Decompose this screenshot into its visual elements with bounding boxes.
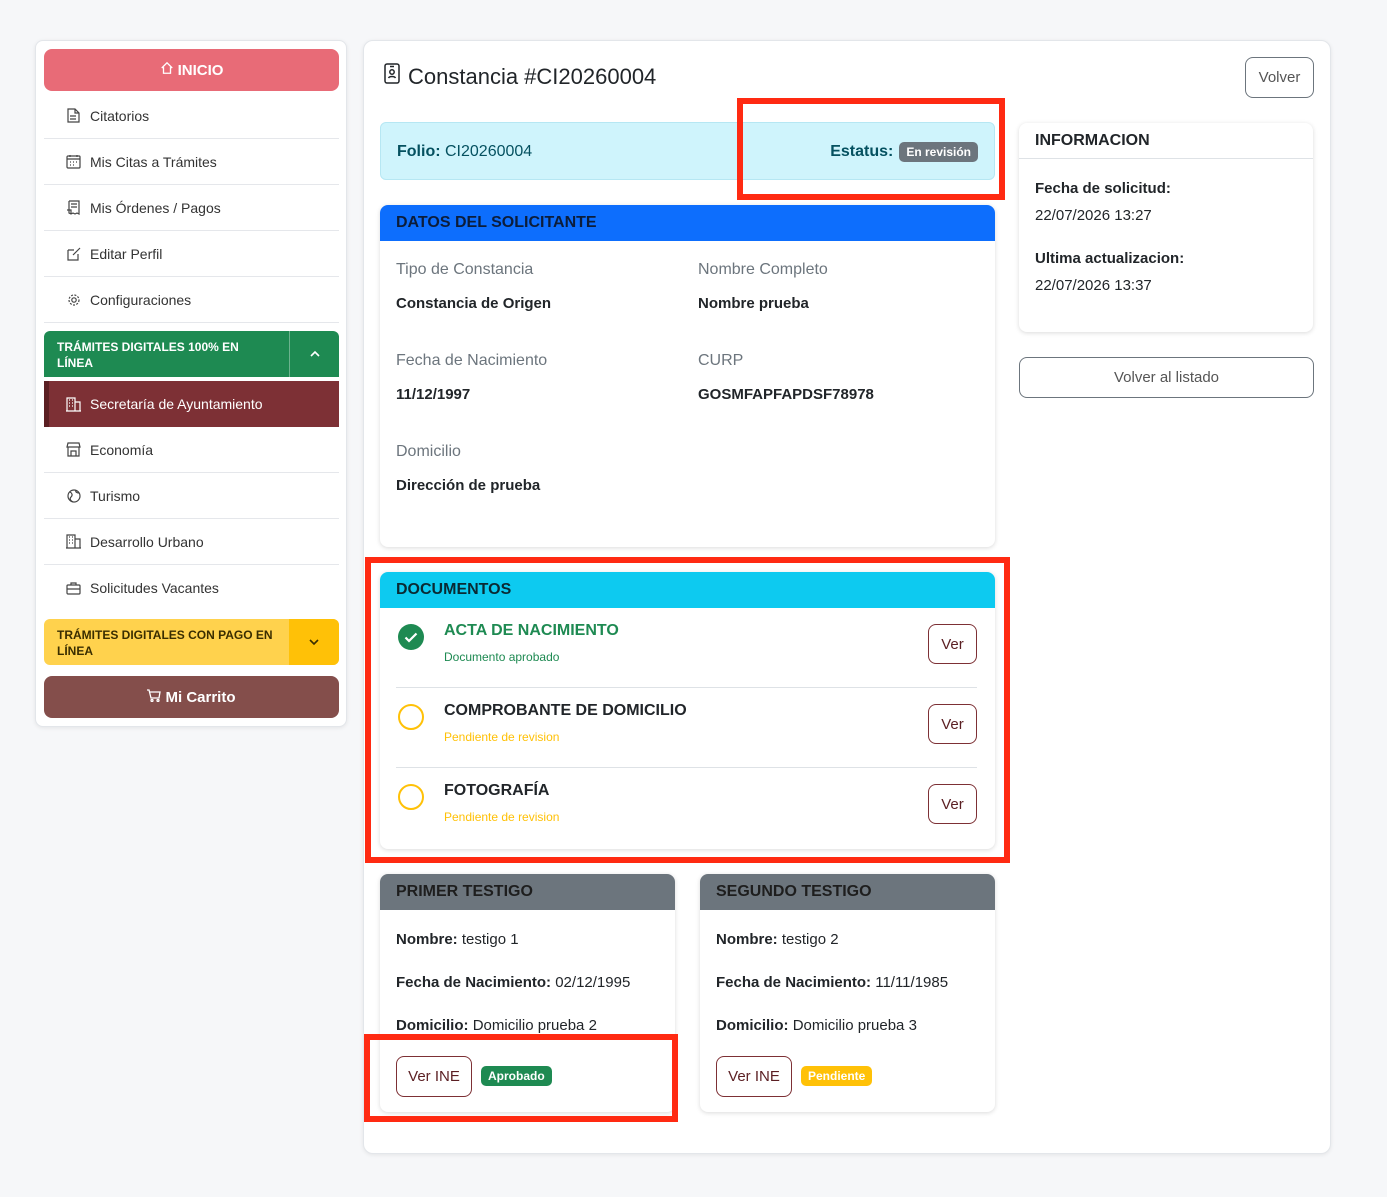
testigo-domicilio: Domicilio: Domicilio prueba 3 — [716, 1017, 917, 1034]
mi-carrito-button[interactable]: Mi Carrito — [44, 676, 339, 718]
highlight-documentos — [365, 557, 1010, 863]
sidebar-item-secretaria[interactable]: Secretaría de Ayuntamiento — [44, 381, 339, 427]
sidebar-item-ordenes[interactable]: Mis Órdenes / Pagos — [44, 185, 339, 231]
testigo-domicilio-label: Domicilio: — [396, 1017, 469, 1034]
testigo-domicilio-value: Domicilio prueba 2 — [472, 1017, 597, 1034]
tipo-constancia-label: Tipo de Constancia — [396, 261, 534, 278]
curp-label: CURP — [698, 352, 744, 369]
segundo-testigo-card: SEGUNDO TESTIGO Nombre: testigo 2 Fecha … — [700, 874, 995, 1112]
volver-listado-button[interactable]: Volver al listado — [1019, 357, 1314, 398]
sidebar-item-label: Economía — [90, 441, 154, 458]
testigo-fecha: Fecha de Nacimiento: 02/12/1995 — [396, 974, 630, 991]
sidebar-item-editar-perfil[interactable]: Editar Perfil — [44, 231, 339, 277]
curp-value: GOSMFAPFAPDSF78978 — [698, 386, 874, 403]
sidebar-item-solicitudes-vacantes[interactable]: Solicitudes Vacantes — [44, 565, 339, 611]
sidebar-item-mis-citas[interactable]: Mis Citas a Trámites — [44, 139, 339, 185]
mi-carrito-label: Mi Carrito — [165, 688, 236, 706]
sidebar-item-label: Editar Perfil — [90, 245, 163, 262]
group-tramites-en-linea[interactable]: TRÁMITES DIGITALES 100% EN LÍNEA — [44, 331, 339, 377]
calendar-icon — [66, 154, 81, 169]
testigo-domicilio-label: Domicilio: — [716, 1017, 789, 1034]
domicilio-value: Dirección de prueba — [396, 477, 541, 494]
datos-solicitante-card: DATOS DEL SOLICITANTE Tipo de Constancia… — [380, 205, 995, 547]
receipt-icon — [66, 200, 81, 215]
testigo-fecha-value: 02/12/1995 — [555, 974, 631, 991]
chevron-down-icon[interactable] — [289, 619, 339, 665]
testigo-nombre: Nombre: testigo 2 — [716, 931, 839, 948]
testigo-nombre: Nombre: testigo 1 — [396, 931, 519, 948]
document-icon — [66, 108, 81, 123]
briefcase-icon — [66, 581, 81, 596]
datos-solicitante-title: DATOS DEL SOLICITANTE — [380, 205, 995, 241]
ver-ine-2-button[interactable]: Ver INE — [716, 1056, 792, 1097]
testigo-domicilio: Domicilio: Domicilio prueba 2 — [396, 1017, 597, 1034]
edit-icon — [66, 246, 81, 261]
testigo-domicilio-value: Domicilio prueba 3 — [792, 1017, 917, 1034]
primer-testigo-title: PRIMER TESTIGO — [380, 874, 675, 910]
sidebar-item-citatorios[interactable]: Citatorios — [44, 93, 339, 139]
shop-icon — [66, 442, 81, 457]
highlight-status — [737, 98, 1005, 200]
building-icon — [66, 534, 81, 549]
chevron-up-icon[interactable] — [289, 331, 339, 377]
cart-icon — [147, 688, 162, 706]
sidebar: INICIO Citatorios Mis Citas a Trámites M… — [35, 40, 347, 727]
sidebar-item-economia[interactable]: Economía — [44, 427, 339, 473]
testigo-nombre-label: Nombre: — [716, 931, 778, 948]
sidebar-item-label: Secretaría de Ayuntamiento — [90, 396, 263, 412]
nombre-completo-value: Nombre prueba — [698, 295, 809, 312]
sidebar-item-label: Turismo — [90, 487, 141, 504]
inicio-button[interactable]: INICIO — [44, 49, 339, 91]
gear-icon — [66, 292, 81, 307]
ultima-actualizacion-label: Ultima actualizacion: — [1035, 250, 1185, 267]
testigo-fecha-label: Fecha de Nacimiento: — [396, 974, 552, 991]
fecha-solicitud-value: 22/07/2026 13:27 — [1035, 207, 1152, 224]
folio: Folio: CI20260004 — [397, 143, 532, 161]
sidebar-item-desarrollo-urbano[interactable]: Desarrollo Urbano — [44, 519, 339, 565]
inicio-label: INICIO — [177, 61, 224, 79]
globe-icon — [66, 488, 81, 503]
testigo-nombre-value: testigo 1 — [461, 931, 519, 948]
group-tramites-en-linea-label: TRÁMITES DIGITALES 100% EN LÍNEA — [57, 340, 239, 370]
informacion-card: INFORMACION Fecha de solicitud: 22/07/20… — [1019, 123, 1313, 332]
sidebar-item-label: Configuraciones — [90, 291, 192, 308]
fecha-solicitud-label: Fecha de solicitud: — [1035, 180, 1171, 197]
testigo-nombre-value: testigo 2 — [781, 931, 839, 948]
fecha-nacimiento-label: Fecha de Nacimiento — [396, 352, 548, 369]
informacion-title: INFORMACION — [1019, 123, 1313, 159]
folio-value: CI20260004 — [445, 143, 533, 160]
testigo-nombre-label: Nombre: — [396, 931, 458, 948]
sidebar-item-label: Mis Órdenes / Pagos — [90, 199, 221, 216]
sidebar-item-label: Mis Citas a Trámites — [90, 153, 217, 170]
domicilio-label: Domicilio — [396, 443, 461, 460]
fecha-nacimiento-value: 11/12/1997 — [396, 386, 471, 403]
testigo-fecha: Fecha de Nacimiento: 11/11/1985 — [716, 974, 948, 991]
sidebar-item-label: Citatorios — [90, 107, 150, 124]
group-tramites-con-pago-label: TRÁMITES DIGITALES CON PAGO EN LÍNEA — [57, 628, 273, 658]
ultima-actualizacion-value: 22/07/2026 13:37 — [1035, 277, 1152, 294]
home-icon — [160, 61, 174, 79]
tipo-constancia-value: Constancia de Origen — [396, 295, 552, 312]
nombre-completo-label: Nombre Completo — [698, 261, 828, 278]
sidebar-item-turismo[interactable]: Turismo — [44, 473, 339, 519]
group-tramites-con-pago[interactable]: TRÁMITES DIGITALES CON PAGO EN LÍNEA — [44, 619, 339, 665]
sidebar-item-label: Desarrollo Urbano — [90, 533, 204, 550]
page-title: Constancia #CI20260004 — [384, 63, 656, 90]
sidebar-item-configuraciones[interactable]: Configuraciones — [44, 277, 339, 323]
page-title-text: Constancia #CI20260004 — [408, 63, 657, 89]
testigo-fecha-value: 11/11/1985 — [875, 974, 949, 991]
highlight-ine — [364, 1034, 678, 1122]
folio-label: Folio: — [397, 143, 441, 160]
building-icon — [66, 396, 81, 412]
volver-button[interactable]: Volver — [1245, 57, 1314, 98]
status-badge: Pendiente — [801, 1066, 873, 1086]
segundo-testigo-title: SEGUNDO TESTIGO — [700, 874, 995, 910]
testigo-fecha-label: Fecha de Nacimiento: — [716, 974, 872, 991]
id-card-icon — [384, 63, 400, 90]
sidebar-item-label: Solicitudes Vacantes — [90, 580, 219, 596]
